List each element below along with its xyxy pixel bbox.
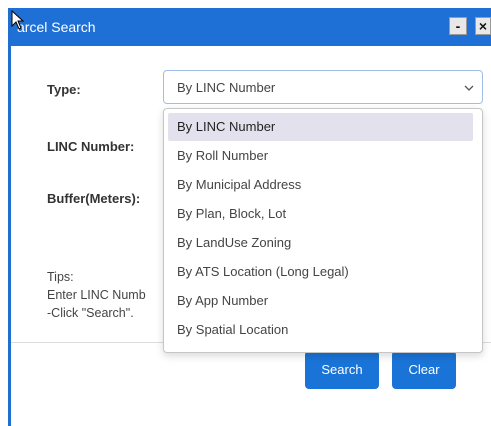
- type-select-value: By LINC Number: [177, 80, 276, 95]
- type-select[interactable]: By LINC Number: [163, 70, 483, 104]
- option-roll-number[interactable]: By Roll Number: [168, 142, 473, 170]
- mouse-cursor-icon: [11, 10, 25, 30]
- option-municipal-address[interactable]: By Municipal Address: [168, 171, 473, 199]
- tips-text: Tips: Enter LINC Numb -Click "Search".: [47, 268, 146, 322]
- parcel-search-dialog: arcel Search - × Type: By LINC Number LI…: [8, 8, 491, 426]
- search-button[interactable]: Search: [305, 351, 379, 389]
- title-bar[interactable]: arcel Search - ×: [11, 8, 491, 46]
- option-linc-number[interactable]: By LINC Number: [168, 113, 473, 141]
- buffer-label: Buffer(Meters):: [47, 191, 141, 206]
- type-dropdown-list: By LINC Number By Roll Number By Municip…: [163, 108, 483, 353]
- minimize-button[interactable]: -: [449, 17, 467, 35]
- close-button[interactable]: ×: [475, 17, 491, 35]
- option-spatial-location[interactable]: By Spatial Location: [168, 316, 473, 344]
- option-plan-block-lot[interactable]: By Plan, Block, Lot: [168, 200, 473, 228]
- type-label: Type:: [47, 82, 81, 97]
- option-app-number[interactable]: By App Number: [168, 287, 473, 315]
- tips-line-linc: Enter LINC Numb: [47, 288, 146, 302]
- linc-number-label: LINC Number:: [47, 139, 135, 154]
- chevron-down-icon: [464, 85, 474, 91]
- option-ats-location[interactable]: By ATS Location (Long Legal): [168, 258, 473, 286]
- window-title: arcel Search: [17, 19, 96, 35]
- tips-line-search: -Click "Search".: [47, 306, 134, 320]
- clear-button[interactable]: Clear: [392, 351, 456, 389]
- option-landuse-zoning[interactable]: By LandUse Zoning: [168, 229, 473, 257]
- tips-heading: Tips:: [47, 270, 74, 284]
